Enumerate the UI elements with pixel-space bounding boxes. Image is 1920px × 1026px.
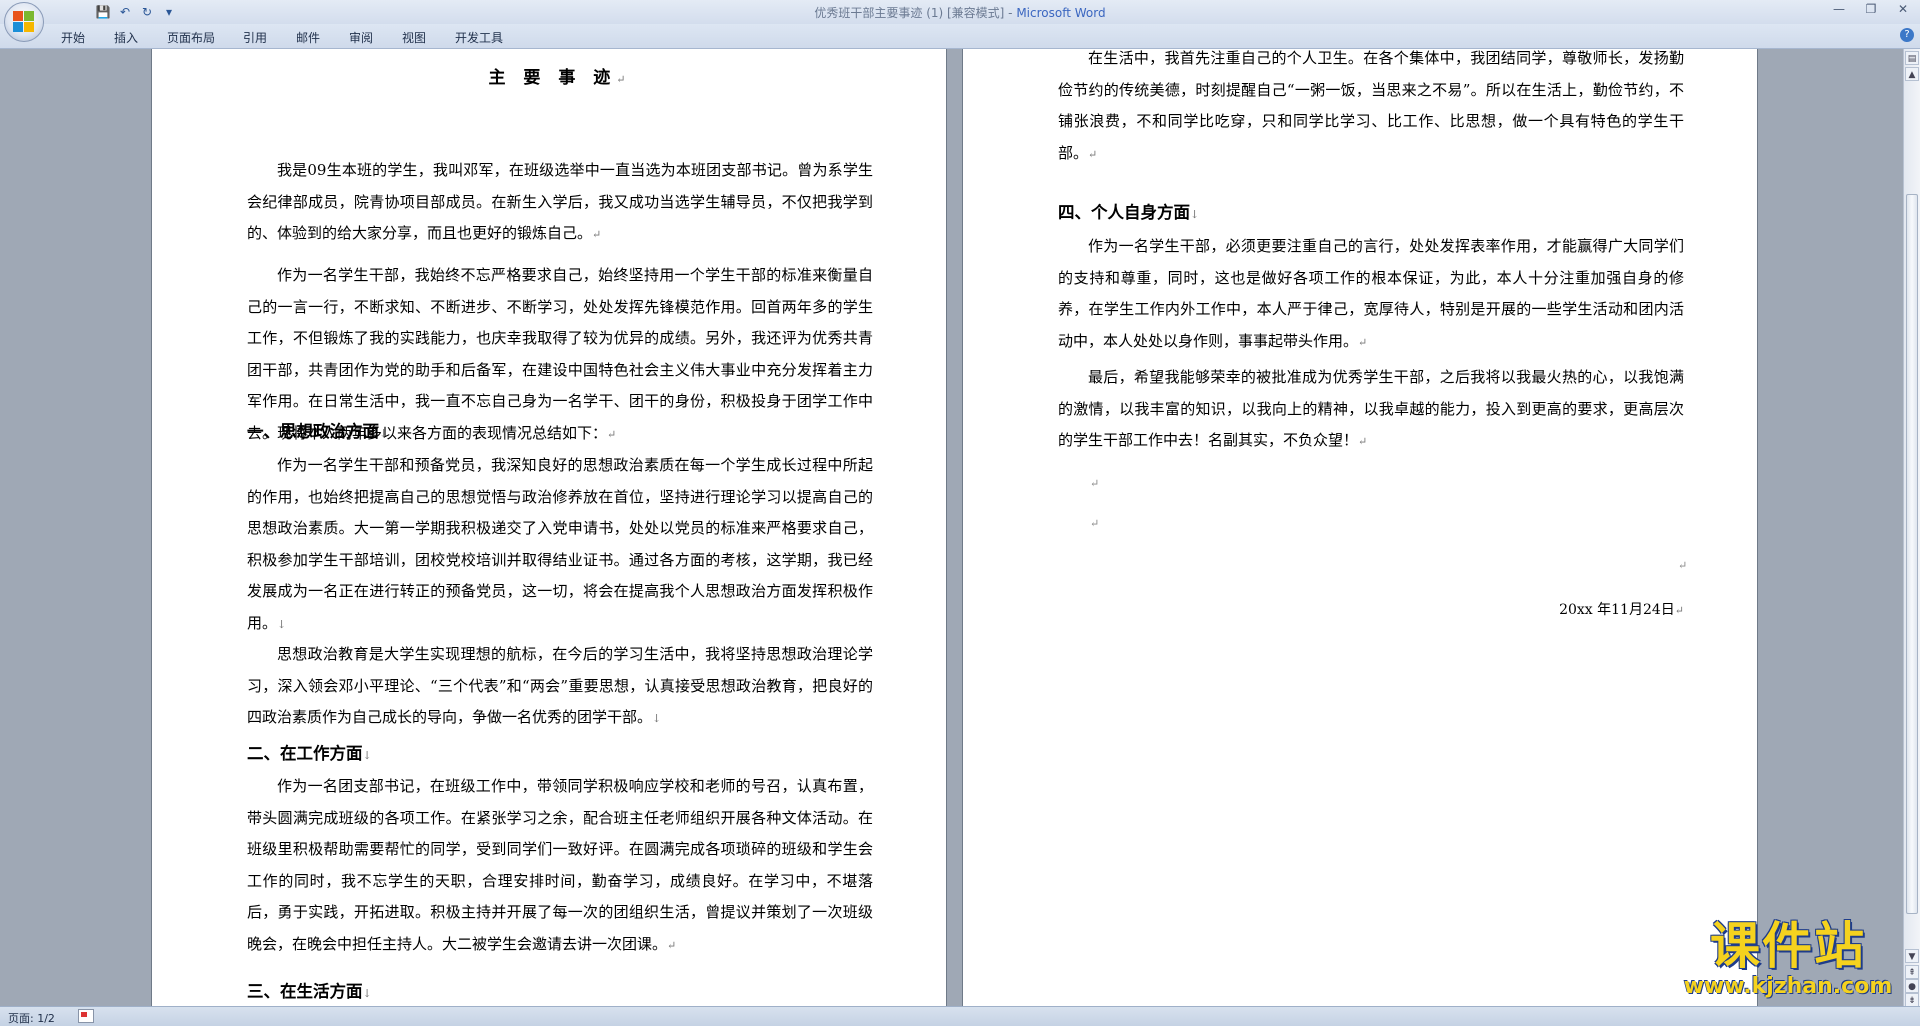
tab-review[interactable]: 审阅 — [349, 29, 373, 46]
heading-life: 三、在生活方面↓ — [247, 978, 372, 1002]
status-bar: 页面: 1/2 — [0, 1006, 1920, 1026]
document-page-2: 在生活中，我首先注重自己的个人卫生。在各个集体中，我团结同学，尊敬师长，发扬勤俭… — [963, 49, 1757, 1006]
tab-references[interactable]: 引用 — [243, 29, 267, 46]
paragraph-mark: ↵ — [1358, 335, 1368, 349]
office-logo-icon — [13, 11, 35, 33]
title-bar: 💾 ↶ ↻ ▾ 优秀班干部主要事迹 (1) [兼容模式] - Microsoft… — [0, 0, 1920, 42]
document-name: 优秀班干部主要事迹 (1) [兼容模式] - — [814, 6, 1017, 20]
scrollbar-thumb[interactable] — [1906, 194, 1918, 914]
empty-paragraph-mark: ↵ — [1678, 559, 1688, 572]
signature-date: 20xx 年11月24日↵ — [1384, 599, 1684, 619]
tab-view[interactable]: 视图 — [402, 29, 426, 46]
heading-political-text: 一、思想政治方面 — [247, 422, 379, 441]
paragraph-political-1: 作为一名学生干部和预备党员，我深知良好的思想政治素质在每一个学生成长过程中所起的… — [247, 450, 873, 640]
heading-life-text: 三、在生活方面 — [247, 982, 363, 1001]
heading-mark: ↓ — [652, 712, 662, 725]
heading-mark: ↓ — [1190, 208, 1200, 221]
intro-paragraph-1-text: 我是09生本班的学生，我叫邓军，在班级选举中一直当选为本班团支部书记。曾为系学生… — [247, 161, 873, 242]
paragraph-life: 在生活中，我首先注重自己的个人卫生。在各个集体中，我团结同学，尊敬师长，发扬勤俭… — [1058, 49, 1684, 170]
heading-mark: ↓ — [362, 987, 372, 1000]
heading-personal: 四、个人自身方面↓ — [1058, 199, 1199, 223]
heading-personal-text: 四、个人自身方面 — [1058, 203, 1190, 222]
paragraph-life-text: 在生活中，我首先注重自己的个人卫生。在各个集体中，我团结同学，尊敬师长，发扬勤俭… — [1058, 49, 1684, 162]
window-title: 优秀班干部主要事迹 (1) [兼容模式] - Microsoft Word — [0, 4, 1920, 21]
document-page-1: 主 要 事 迹↵ 我是09生本班的学生，我叫邓军，在班级选举中一直当选为本班团支… — [152, 49, 946, 1006]
document-title-text: 主 要 事 迹 — [488, 68, 617, 88]
close-icon[interactable]: ✕ — [1892, 2, 1914, 16]
paragraph-personal-text: 作为一名学生干部，必须更要注重自己的言行，处处发挥表率作用，才能赢得广大同学们的… — [1058, 237, 1684, 350]
app-name: Microsoft Word — [1016, 6, 1106, 20]
paragraph-political-1-text: 作为一名学生干部和预备党员，我深知良好的思想政治素质在每一个学生成长过程中所起的… — [247, 456, 873, 632]
paragraph-mark: ↵ — [1674, 604, 1684, 617]
paragraph-political-2-text: 思想政治教育是大学生实现理想的航标，在今后的学习生活中，我将坚持思想政治理论学习… — [247, 645, 873, 726]
heading-work: 二、在工作方面↓ — [247, 740, 372, 764]
heading-mark: ↓ — [379, 427, 389, 440]
intro-paragraph-2-text: 作为一名学生干部，我始终不忘严格要求自己，始终坚持用一个学生干部的标准来衡量自己… — [247, 266, 873, 442]
ruler-toggle-icon[interactable]: ▤ — [1905, 51, 1919, 65]
paragraph-mark: ↵ — [1088, 147, 1098, 161]
document-title: 主 要 事 迹↵ — [247, 63, 873, 88]
paragraph-political-2: 思想政治教育是大学生实现理想的航标，在今后的学习生活中，我将坚持思想政治理论学习… — [247, 639, 873, 735]
site-watermark: 课件站 www.kjzhan.com — [1668, 918, 1908, 1004]
signature-date-text: 20xx 年11月24日 — [1559, 602, 1675, 618]
ribbon-tabs: 开始 插入 页面布局 引用 邮件 审阅 视图 开发工具 ? — [0, 24, 1920, 49]
heading-mark: ↓ — [277, 617, 287, 631]
paragraph-work: 作为一名团支部书记，在班级工作中，带领同学积极响应学校和老师的号召，认真布置，带… — [247, 771, 873, 961]
document-area: 主 要 事 迹↵ 我是09生本班的学生，我叫邓军，在班级选举中一直当选为本班团支… — [0, 49, 1904, 1006]
paragraph-mark: ↵ — [667, 938, 677, 952]
paragraph-mark: ↵ — [616, 73, 632, 86]
tab-home[interactable]: 开始 — [61, 29, 85, 46]
scroll-up-icon[interactable]: ▲ — [1905, 67, 1919, 81]
tab-insert[interactable]: 插入 — [114, 29, 138, 46]
paragraph-mark: ↵ — [592, 228, 602, 241]
watermark-url: www.kjzhan.com — [1683, 974, 1893, 999]
tab-mailings[interactable]: 邮件 — [296, 29, 320, 46]
empty-paragraph-mark: ↵ — [1090, 477, 1100, 490]
empty-paragraph-mark: ↵ — [1090, 517, 1100, 530]
paragraph-closing: 最后，希望我能够荣幸的被批准成为优秀学生干部，之后我将以我最火热的心，以我饱满的… — [1058, 362, 1684, 458]
minimize-icon[interactable]: — — [1828, 2, 1850, 16]
help-icon[interactable]: ? — [1900, 28, 1914, 42]
heading-work-text: 二、在工作方面 — [247, 744, 363, 763]
heading-political: 一、思想政治方面↓ — [247, 418, 388, 442]
page-number-indicator[interactable]: 页面: 1/2 — [8, 1010, 55, 1026]
watermark-title: 课件站 — [1710, 917, 1866, 975]
tab-developer[interactable]: 开发工具 — [455, 29, 503, 46]
paragraph-mark: ↵ — [607, 427, 617, 441]
office-button[interactable] — [4, 2, 44, 42]
heading-mark: ↓ — [362, 749, 372, 762]
paragraph-mark: ↵ — [1358, 435, 1368, 448]
paragraph-personal: 作为一名学生干部，必须更要注重自己的言行，处处发挥表率作用，才能赢得广大同学们的… — [1058, 231, 1684, 358]
window-controls: — ❐ ✕ — [1828, 2, 1914, 16]
restore-icon[interactable]: ❐ — [1860, 2, 1882, 16]
proofing-language-icon[interactable] — [78, 1009, 94, 1023]
paragraph-work-text: 作为一名团支部书记，在班级工作中，带领同学积极响应学校和老师的号召，认真布置，带… — [247, 777, 873, 953]
intro-paragraph-1: 我是09生本班的学生，我叫邓军，在班级选举中一直当选为本班团支部书记。曾为系学生… — [247, 155, 873, 251]
vertical-scrollbar[interactable]: ▤ ▲ ▼ ⇞ ● ⇟ — [1903, 49, 1920, 1007]
paragraph-closing-text: 最后，希望我能够荣幸的被批准成为优秀学生干部，之后我将以我最火热的心，以我饱满的… — [1058, 368, 1684, 449]
tab-page-layout[interactable]: 页面布局 — [167, 29, 215, 46]
